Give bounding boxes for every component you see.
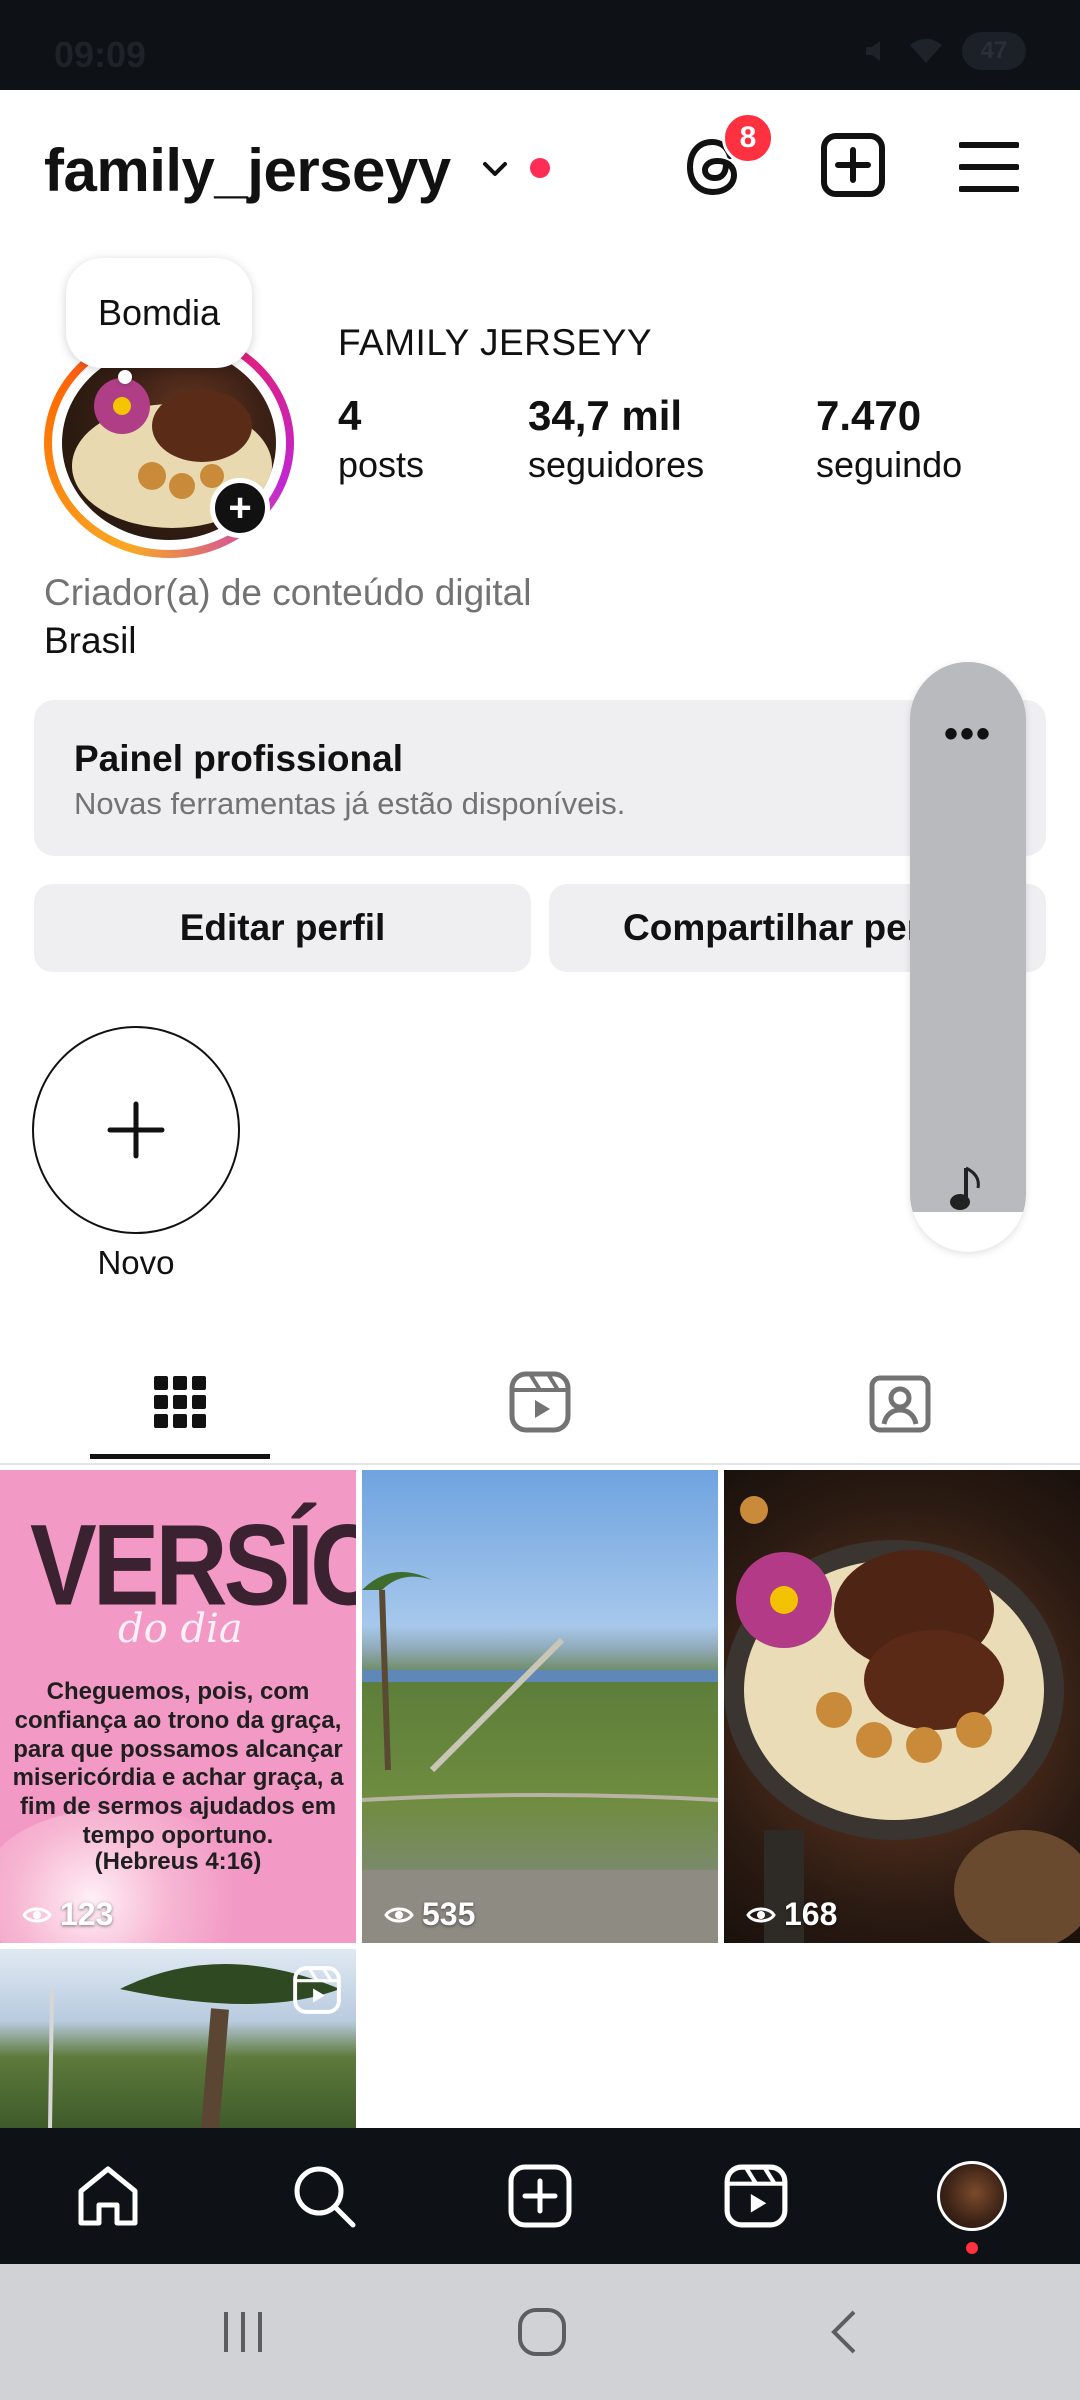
nav-search[interactable] [288, 2160, 360, 2232]
profile-avatar-small [937, 2161, 1007, 2231]
profile-tabs [0, 1340, 1080, 1464]
system-navigation-bar [0, 2264, 1080, 2400]
add-post-icon [508, 2164, 572, 2228]
home-icon [78, 2166, 138, 2226]
account-switcher[interactable]: family_jerseyy [44, 136, 451, 205]
eye-icon [384, 1907, 414, 1922]
menu-button[interactable] [954, 132, 1024, 202]
wifi-icon [910, 38, 942, 63]
notification-dot [530, 158, 550, 178]
post-reference-text: (Hebreus 4:16) [94, 1848, 262, 1875]
active-tab-indicator [90, 1454, 270, 1459]
hamburger-icon [959, 142, 1019, 192]
threads-badge: 8 [722, 112, 774, 164]
profile-category: Criador(a) de conteúdo digital [44, 572, 532, 613]
profile-notification-dot [966, 2242, 978, 2254]
post-thumbnail[interactable]: VERSÍCULO do dia Cheguemos, pois, com co… [0, 1470, 356, 1943]
status-time: 09:09 [54, 34, 147, 75]
reel-indicator-icon [293, 1966, 341, 2014]
eye-icon [22, 1907, 52, 1922]
panel-title: Painel profissional [74, 738, 403, 779]
create-post-button[interactable] [818, 130, 888, 200]
nav-profile[interactable] [936, 2160, 1008, 2232]
edit-profile-button[interactable]: Editar perfil [34, 884, 531, 972]
battery-indicator: 47 [962, 32, 1026, 70]
new-highlight-button[interactable] [32, 1026, 240, 1234]
search-icon [294, 2166, 356, 2228]
status-bar: 09:09 47 [0, 0, 1080, 90]
panel-subtitle: Novas ferramentas já estão disponíveis. [74, 786, 626, 821]
view-count: 123 [22, 1896, 113, 1933]
reels-icon [509, 1371, 571, 1433]
profile-full-name: FAMILY JERSEYY [338, 322, 653, 363]
nav-reels[interactable] [720, 2160, 792, 2232]
bottom-navigation [0, 2128, 1080, 2264]
floating-music-widget[interactable]: ••• [910, 662, 1026, 1252]
profile-header: family_jerseyy 8 [0, 90, 1080, 250]
status-icons: 47 [858, 32, 1026, 70]
more-options-icon[interactable]: ••• [944, 712, 992, 757]
home-button-icon[interactable] [514, 2304, 570, 2360]
note-tail [118, 370, 132, 384]
lake-park-image [362, 1572, 718, 1943]
new-highlight-label: Novo [97, 1244, 175, 1281]
profile-location: Brasil [44, 620, 137, 661]
plus-icon [107, 1101, 165, 1159]
post-thumbnail[interactable]: 535 [362, 1470, 718, 1943]
nav-home[interactable] [72, 2160, 144, 2232]
music-note-icon [950, 1166, 980, 1210]
mute-icon [866, 41, 880, 61]
view-count: 535 [384, 1896, 475, 1933]
eye-icon [746, 1907, 776, 1922]
post-verse-text: Cheguemos, pois, com confiança ao trono … [12, 1678, 344, 1849]
reels-icon [724, 2164, 788, 2228]
tab-posts-grid[interactable] [0, 1340, 360, 1464]
post-subtitle-text: do dia [118, 1606, 243, 1652]
add-story-button[interactable]: + [210, 478, 270, 538]
tab-tagged[interactable] [720, 1340, 1080, 1464]
add-square-icon [821, 133, 885, 197]
view-count: 168 [746, 1896, 837, 1933]
steak-dish-image [724, 1496, 1080, 1943]
tab-reels[interactable] [360, 1340, 720, 1464]
back-icon[interactable] [820, 2304, 870, 2360]
chevron-down-icon[interactable] [478, 152, 512, 186]
post-thumbnail[interactable]: 168 [724, 1470, 1080, 1943]
nav-create[interactable] [504, 2160, 576, 2232]
grid-icon [154, 1376, 206, 1428]
tagged-icon [869, 1375, 931, 1433]
recent-apps-icon[interactable] [218, 2304, 268, 2360]
followers-count[interactable]: 34,7 mil seguidores [528, 392, 704, 486]
following-count[interactable]: 7.470 seguindo [816, 392, 962, 486]
posts-count[interactable]: 4 posts [338, 392, 424, 486]
profile-note[interactable]: Bomdia [66, 258, 252, 368]
professional-dashboard[interactable]: Painel profissional Novas ferramentas já… [34, 700, 1046, 856]
post-thumbnail[interactable] [0, 1949, 356, 2129]
